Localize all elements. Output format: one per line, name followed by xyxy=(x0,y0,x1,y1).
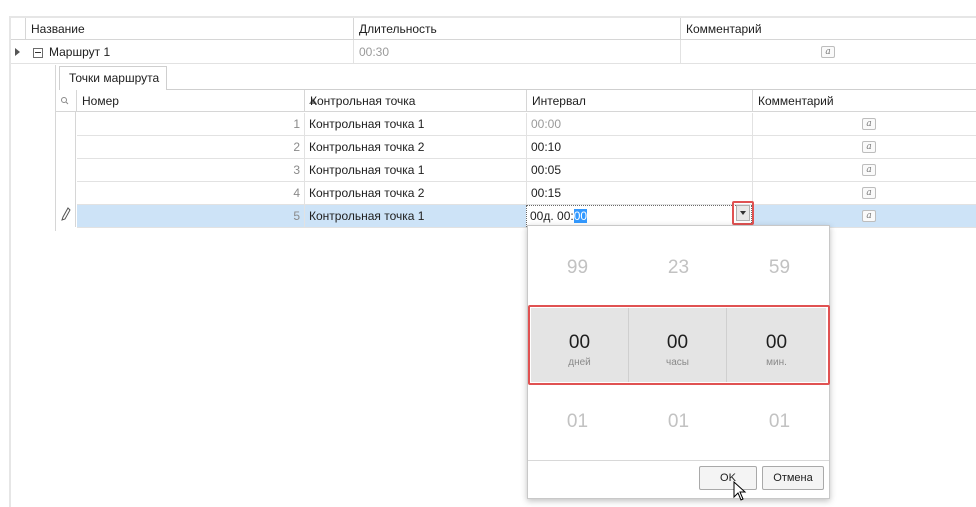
days-next-value[interactable]: 01 xyxy=(528,411,627,433)
route-row[interactable]: Маршрут 1 00:30 a xyxy=(11,40,976,64)
table-row[interactable]: 4 Контрольная точка 2 00:15 a xyxy=(77,182,976,205)
days-prev-value[interactable]: 99 xyxy=(528,257,627,279)
cell-number: 5 xyxy=(293,209,300,223)
column-header-number[interactable]: Номер xyxy=(76,90,317,112)
interval-editor[interactable]: 00д. 00:00 xyxy=(526,205,752,227)
memo-icon[interactable]: a xyxy=(862,187,876,199)
cell-number: 3 xyxy=(293,163,300,177)
column-header-checkpoint[interactable]: Контрольная точка xyxy=(304,90,526,112)
cell-comment[interactable]: a xyxy=(752,159,976,181)
table-row[interactable]: 1 Контрольная точка 1 00:00 a xyxy=(77,113,976,136)
mouse-cursor-icon xyxy=(733,481,747,501)
route-duration: 00:30 xyxy=(353,40,680,64)
column-header-comment[interactable]: Комментарий xyxy=(752,90,976,112)
cell-checkpoint[interactable]: Контрольная точка 1 xyxy=(304,159,526,181)
cell-interval[interactable]: 00:00 xyxy=(526,113,752,135)
window-left-border xyxy=(9,16,11,507)
cell-comment[interactable]: a xyxy=(752,182,976,204)
pencil-icon xyxy=(61,207,71,221)
memo-icon[interactable]: a xyxy=(862,164,876,176)
cell-checkpoint[interactable]: Контрольная точка 2 xyxy=(304,182,526,204)
main-grid-header: Название Длительность Комментарий xyxy=(11,18,976,40)
memo-icon[interactable]: a xyxy=(821,46,835,58)
route-comment-cell[interactable]: a xyxy=(680,40,976,64)
column-header-name[interactable]: Название xyxy=(25,18,353,40)
cell-checkpoint[interactable]: Контрольная точка 1 xyxy=(304,205,526,227)
cell-number: 4 xyxy=(293,186,300,200)
selection-highlight-frame xyxy=(528,305,830,385)
column-header-number-label: Номер xyxy=(82,94,119,108)
row-indicator-arrow-icon xyxy=(15,48,20,56)
cell-comment[interactable]: a xyxy=(752,205,976,227)
table-row[interactable]: 3 Контрольная точка 1 00:05 a xyxy=(77,159,976,182)
cell-checkpoint[interactable]: Контрольная точка 1 xyxy=(304,113,526,135)
memo-icon[interactable]: a xyxy=(862,210,876,222)
tab-route-points[interactable]: Точки маршрута xyxy=(59,66,167,90)
cell-number: 2 xyxy=(293,140,300,154)
cell-comment[interactable]: a xyxy=(752,113,976,135)
cancel-button[interactable]: Отмена xyxy=(762,466,824,490)
hours-next-value[interactable]: 01 xyxy=(629,411,728,433)
ok-button[interactable]: OK xyxy=(699,466,757,490)
row-indicator-column xyxy=(56,112,76,227)
dropdown-highlight-frame xyxy=(732,201,754,225)
detail-grid-header: Номер Контрольная точка Интервал Коммент… xyxy=(56,90,976,112)
find-panel-button[interactable] xyxy=(56,90,76,112)
hours-prev-value[interactable]: 23 xyxy=(629,257,728,279)
table-row[interactable]: 2 Контрольная точка 2 00:10 a xyxy=(77,136,976,159)
column-header-comment[interactable]: Комментарий xyxy=(680,18,976,40)
column-header-interval[interactable]: Интервал xyxy=(526,90,752,112)
cell-interval[interactable]: 00:05 xyxy=(526,159,752,181)
memo-icon[interactable]: a xyxy=(862,118,876,130)
route-name: Маршрут 1 xyxy=(49,45,111,59)
interval-editor-selection: 00 xyxy=(573,209,588,223)
cell-interval[interactable]: 00:10 xyxy=(526,136,752,158)
memo-icon[interactable]: a xyxy=(862,141,876,153)
minutes-next-value[interactable]: 01 xyxy=(730,411,829,433)
search-icon xyxy=(61,97,69,105)
cell-interval[interactable]: 00:15 xyxy=(526,182,752,204)
collapse-icon[interactable] xyxy=(33,48,43,58)
picker-button-divider xyxy=(528,460,829,461)
cell-checkpoint[interactable]: Контрольная точка 2 xyxy=(304,136,526,158)
cell-comment[interactable]: a xyxy=(752,136,976,158)
column-header-duration[interactable]: Длительность xyxy=(353,18,680,40)
minutes-prev-value[interactable]: 59 xyxy=(730,257,829,279)
interval-editor-text: 00д. 00: xyxy=(530,209,574,223)
cell-number: 1 xyxy=(293,117,300,131)
